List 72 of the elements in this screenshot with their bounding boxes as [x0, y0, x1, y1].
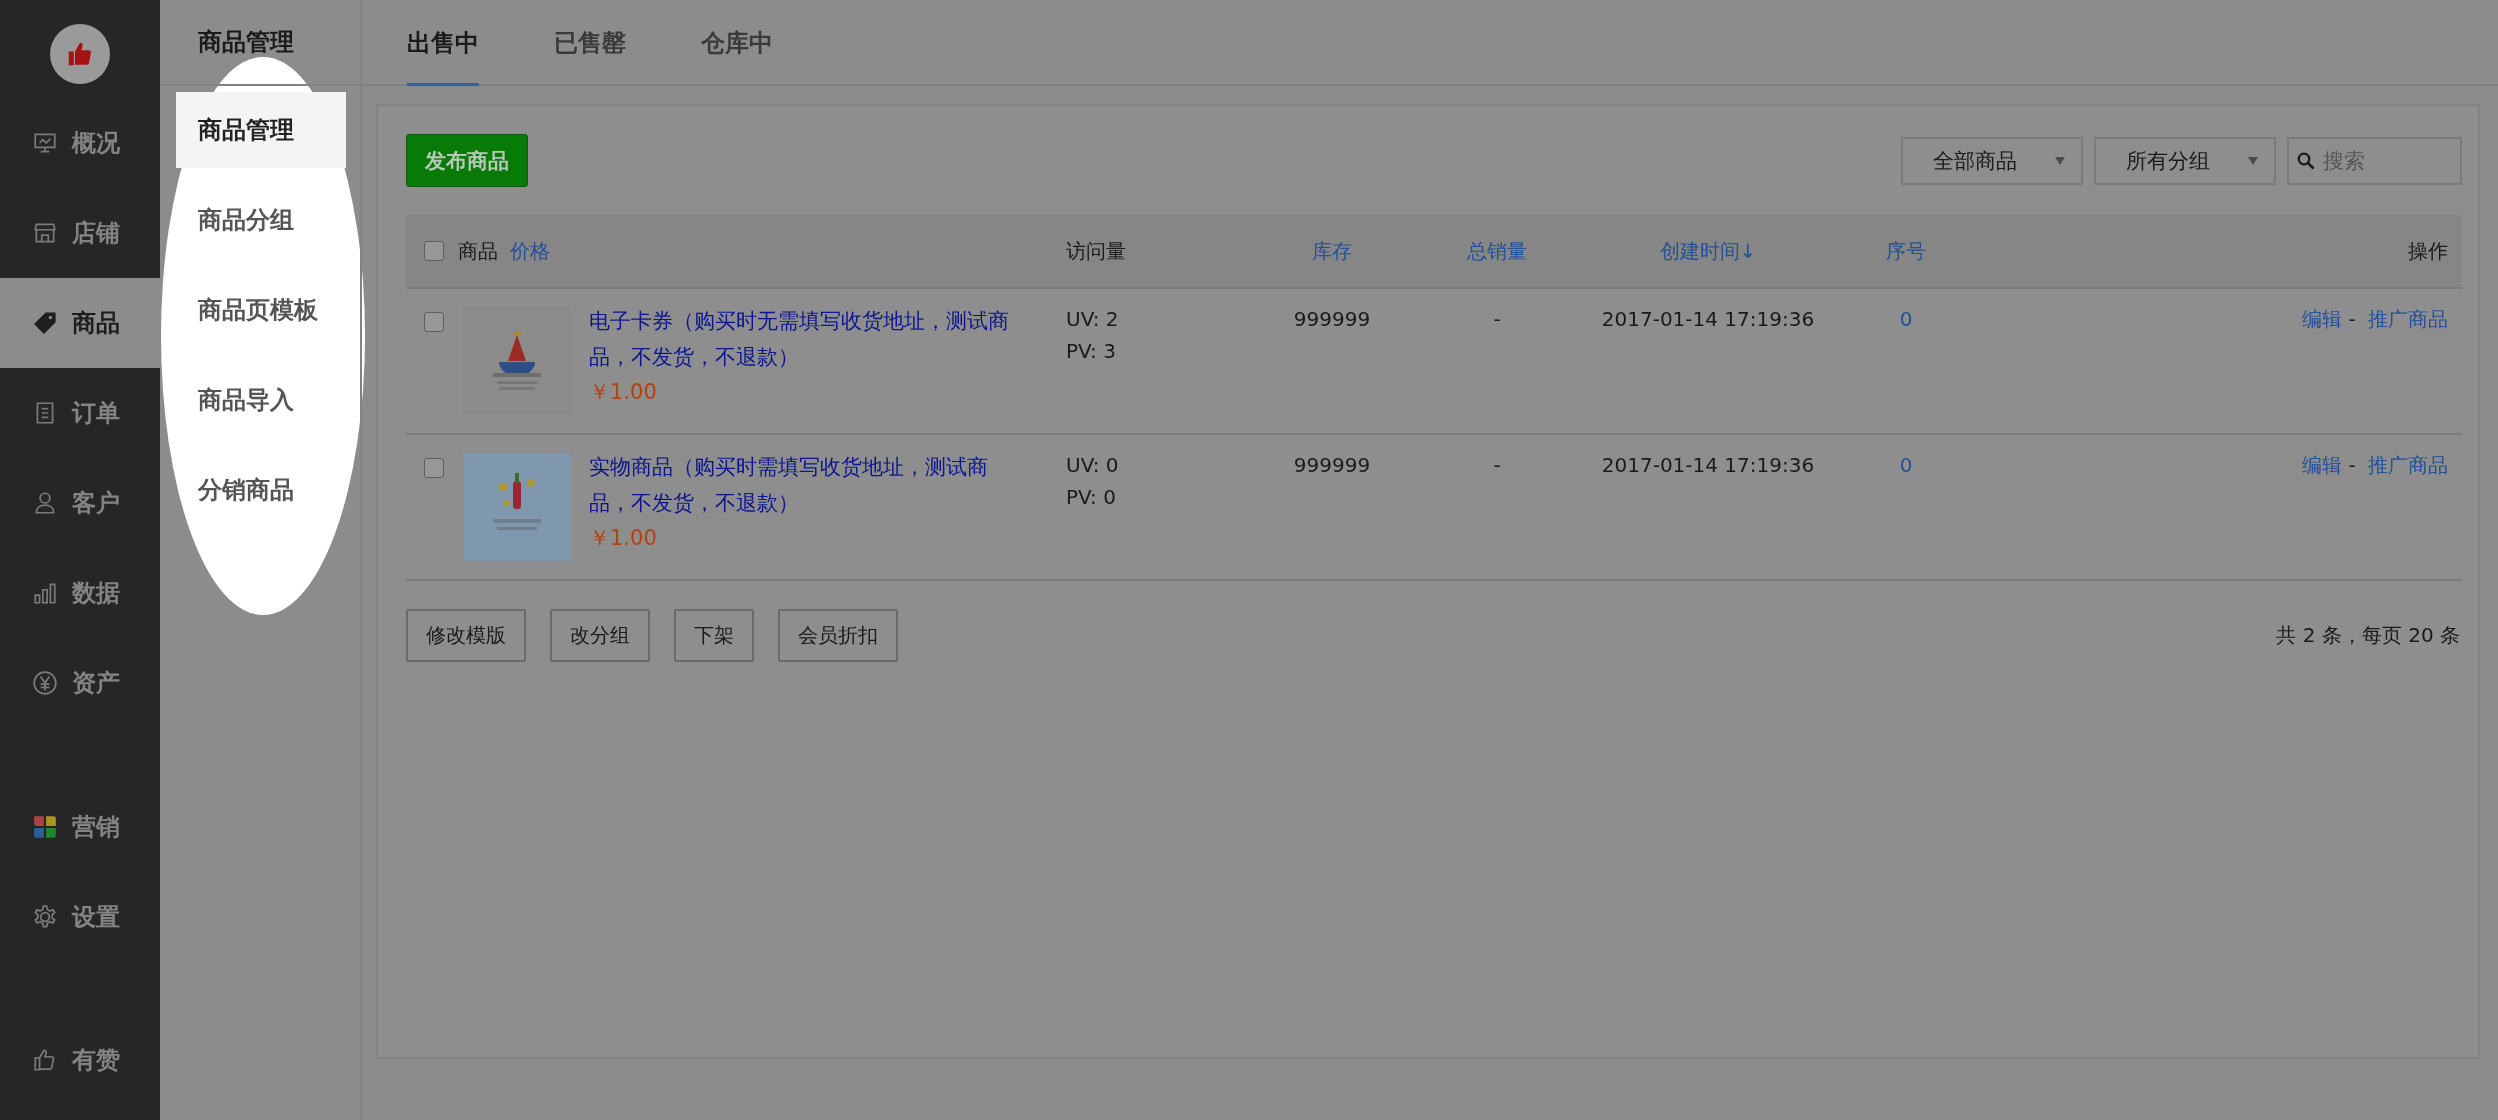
sidebar-item[interactable]: 有赞: [0, 1015, 160, 1105]
pv-count: PV: 3: [1066, 338, 1117, 365]
created-time: 2017-01-14 17:19:36: [1601, 307, 1815, 331]
sales-count: -: [1493, 453, 1501, 477]
column-header[interactable]: 价格: [510, 237, 550, 265]
tab[interactable]: 已售罄: [554, 0, 626, 86]
bulk-action-button[interactable]: 修改模版: [406, 609, 526, 662]
tab[interactable]: 仓库中: [701, 0, 773, 86]
bulk-action-button[interactable]: 下架: [674, 609, 754, 662]
sidebar-item[interactable]: 店铺: [0, 188, 160, 278]
column-header[interactable]: 序号: [1886, 238, 1926, 263]
sidebar-item[interactable]: 客户: [0, 458, 160, 548]
sidebar-item[interactable]: 商品: [0, 278, 160, 368]
secondary-nav-item[interactable]: 商品管理: [176, 92, 346, 168]
sort-order-link[interactable]: 0: [1899, 307, 1913, 331]
action-link[interactable]: 推广商品: [2368, 307, 2448, 331]
product-title-link[interactable]: 实物商品（购买时需填写收货地址，测试商品，不发货，不退款）: [589, 449, 1029, 521]
pagination-info: 共 2 条，每页 20 条: [2276, 622, 2461, 649]
stock-count: 999999: [1293, 307, 1371, 331]
action-link[interactable]: 编辑: [2302, 307, 2343, 331]
secondary-nav-item[interactable]: 商品分组: [176, 182, 346, 258]
search-field[interactable]: 搜索: [2287, 136, 2462, 185]
price: ￥1.00: [589, 379, 658, 406]
sidebar-item[interactable]: 数据: [0, 548, 160, 638]
sidebar-item[interactable]: 资产: [0, 638, 160, 728]
column-header[interactable]: 总销量: [1467, 238, 1527, 263]
stock-count: 999999: [1293, 453, 1371, 477]
checkbox[interactable]: [424, 312, 444, 332]
caret-icon: [2248, 156, 2258, 165]
created-time: 2017-01-14 17:19:36: [1601, 453, 1815, 477]
sidebar-item[interactable]: 订单: [0, 368, 160, 458]
sidebar-item[interactable]: 设置: [0, 872, 160, 962]
secondary-nav-item[interactable]: 商品导入: [176, 362, 346, 438]
column-header[interactable]: 创建时间↓: [1659, 238, 1757, 263]
settings-icon: [32, 904, 58, 930]
filter-dropdown[interactable]: 所有分组: [2094, 136, 2276, 185]
action-link[interactable]: 推广商品: [2368, 453, 2448, 477]
uv-count: UV: 0: [1066, 452, 1120, 479]
user-icon: [32, 490, 58, 516]
column-header: 操作: [2408, 238, 2448, 263]
shop-icon: [32, 220, 58, 246]
separator: -: [2348, 453, 2356, 477]
monitor-icon: [32, 130, 58, 156]
column-header: 访问量: [1066, 238, 1126, 263]
pv-count: PV: 0: [1066, 484, 1117, 511]
bulk-action-button[interactable]: 改分组: [550, 609, 650, 662]
uv-count: UV: 2: [1066, 306, 1120, 333]
caret-icon: [2055, 156, 2065, 165]
section-title: 商品管理: [160, 0, 360, 86]
bulk-action-button[interactable]: 会员折扣: [778, 609, 898, 662]
sort-order-link[interactable]: 0: [1899, 453, 1913, 477]
price: ￥1.00: [589, 525, 658, 552]
column-header[interactable]: 库存: [1312, 238, 1352, 263]
sales-count: -: [1493, 307, 1501, 331]
sidebar-item[interactable]: 概况: [0, 98, 160, 188]
separator: -: [2348, 307, 2356, 331]
secondary-nav-item[interactable]: 分销商品: [176, 452, 346, 528]
search-icon: [2297, 151, 2315, 170]
bar-chart-icon: [32, 580, 58, 606]
tab[interactable]: 出售中: [407, 0, 479, 86]
product-title-link[interactable]: 电子卡券（购买时无需填写收货地址，测试商品，不发货，不退款）: [589, 303, 1029, 375]
action-link[interactable]: 编辑: [2302, 453, 2343, 477]
checkbox[interactable]: [424, 241, 444, 261]
filter-dropdown[interactable]: 全部商品: [1901, 136, 2083, 185]
column-header: 商品: [458, 237, 498, 265]
publish-button[interactable]: 发布商品: [406, 134, 528, 187]
yen-icon: [32, 670, 58, 696]
sidebar-item[interactable]: 营销: [0, 782, 160, 872]
checkbox[interactable]: [424, 458, 444, 478]
tag-icon: [32, 310, 58, 336]
secondary-nav-item[interactable]: 商品页模板: [176, 272, 346, 348]
logo-icon: [50, 24, 110, 84]
